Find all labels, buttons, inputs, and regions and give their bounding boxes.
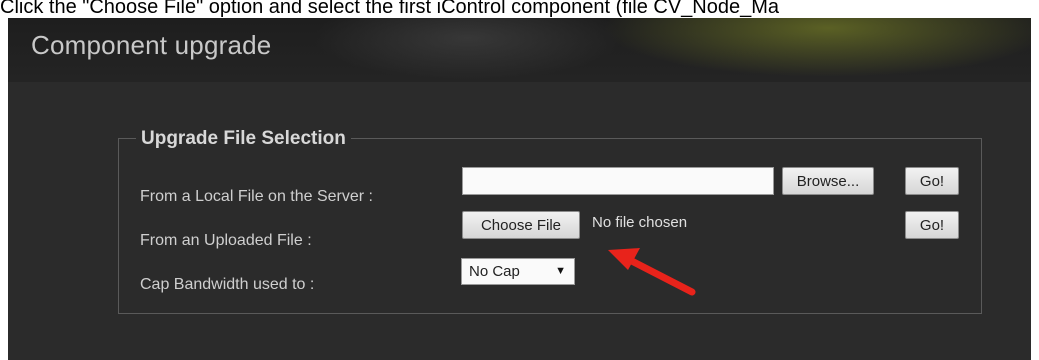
uploaded-file-label: From an Uploaded File : bbox=[140, 232, 312, 249]
file-status-text: No file chosen bbox=[592, 214, 688, 231]
cap-bandwidth-label: Cap Bandwidth used to : bbox=[140, 276, 315, 293]
cap-bandwidth-select[interactable]: No Cap ▼ bbox=[461, 258, 575, 285]
red-arrow-icon bbox=[608, 248, 696, 296]
local-file-path-input[interactable] bbox=[462, 167, 774, 195]
panel-header: Component upgrade bbox=[8, 18, 1031, 82]
cap-bandwidth-value: No Cap bbox=[469, 263, 520, 280]
local-file-label: From a Local File on the Server : bbox=[140, 188, 373, 205]
instruction-text: Click the "Choose File" option and selec… bbox=[0, 0, 780, 18]
go-local-button[interactable]: Go! bbox=[905, 167, 959, 195]
caret-down-icon: ▼ bbox=[555, 265, 566, 277]
choose-file-button[interactable]: Choose File bbox=[462, 211, 580, 239]
fieldset-legend: Upgrade File Selection bbox=[136, 128, 351, 150]
go-upload-button[interactable]: Go! bbox=[905, 211, 959, 239]
page-title: Component upgrade bbox=[31, 30, 272, 60]
browse-button[interactable]: Browse... bbox=[782, 167, 874, 195]
